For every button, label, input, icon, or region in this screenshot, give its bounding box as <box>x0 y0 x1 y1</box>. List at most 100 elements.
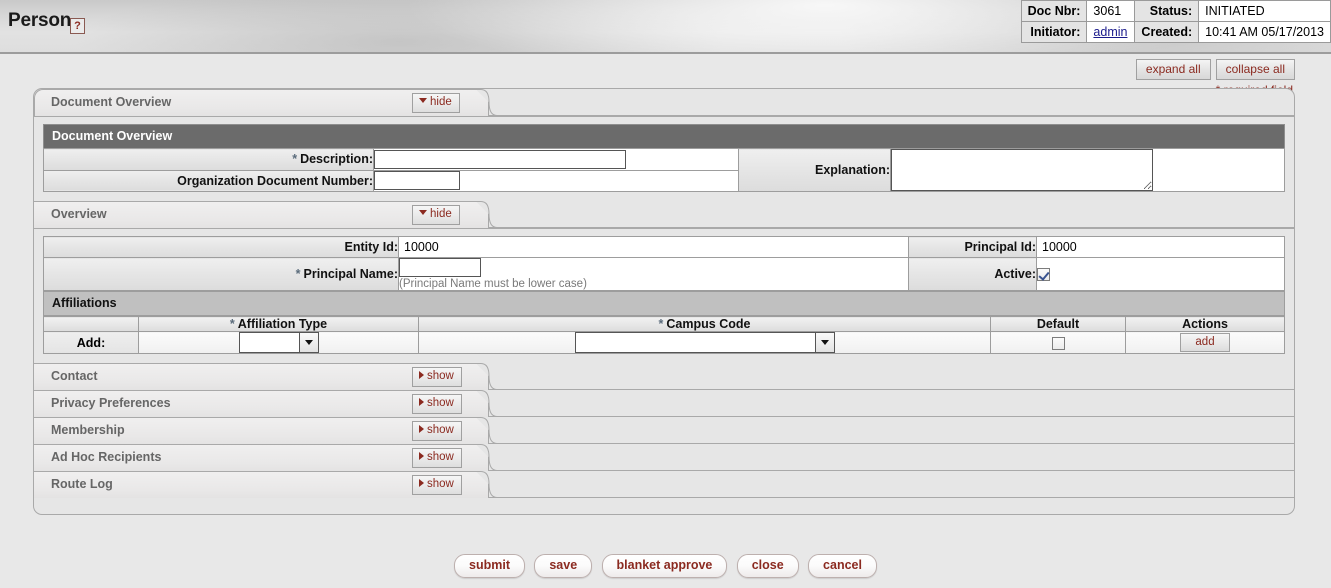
table-row: Entity Id: 10000 Principal Id: 10000 <box>43 236 1285 258</box>
section-title-route-log: Route Log <box>51 477 113 491</box>
overview-grid: Entity Id: 10000 Principal Id: 10000 * Pr… <box>43 236 1285 291</box>
org-doc-nbr-input[interactable] <box>374 171 460 191</box>
description-input[interactable] <box>374 149 626 169</box>
chevron-right-icon <box>419 424 424 433</box>
section-title-privacy-preferences: Privacy Preferences <box>51 396 171 410</box>
cancel-button[interactable]: cancel <box>808 554 877 578</box>
principal-name-label-cell: * Principal Name: <box>43 257 399 291</box>
principal-id-label-cell: Principal Id: <box>908 236 1037 258</box>
principal-name-input[interactable] <box>399 258 481 277</box>
affiliations-col-campus-code: * Campus Code <box>418 316 991 332</box>
col-label: Campus Code <box>666 317 751 331</box>
toggle-label: hide <box>430 208 452 220</box>
affiliations-col-default: Default <box>990 316 1126 332</box>
org-doc-nbr-label: Organization Document Number: <box>177 173 373 188</box>
toggle-overview[interactable]: hide <box>412 205 460 225</box>
add-affiliation-button[interactable]: add <box>1180 333 1230 352</box>
table-row: Initiator: admin Created: 10:41 AM 05/17… <box>1020 21 1331 43</box>
section-header-privacy-preferences: Privacy Preferences show <box>34 390 1294 417</box>
section-title-membership: Membership <box>51 423 125 437</box>
campus-code-select[interactable] <box>574 332 835 353</box>
form-action-buttons: submit save blanket approve close cancel <box>0 554 1331 578</box>
active-label: Active: <box>994 267 1036 281</box>
chevron-right-icon <box>419 478 424 487</box>
tab-curve-privacy-preferences <box>476 390 502 417</box>
explanation-textarea[interactable] <box>891 149 1153 191</box>
document-toolbar: expand allcollapse all * required field <box>0 54 1331 97</box>
submit-button[interactable]: submit <box>454 554 526 578</box>
toggle-contact[interactable]: show <box>412 367 462 387</box>
principal-name-hint: (Principal Name must be lower case) <box>399 278 587 290</box>
table-row: * Description: Explanation: <box>43 148 1285 192</box>
section-header-overview: Overview hide <box>34 201 1294 228</box>
toggle-label: show <box>427 424 454 436</box>
toggle-label: show <box>427 478 454 490</box>
chevron-down-icon <box>814 333 834 352</box>
affiliations-col-actions: Actions <box>1125 316 1285 332</box>
chevron-right-icon <box>419 370 424 379</box>
app-header: Person ? Doc Nbr: 3061 Status: INITIATED… <box>0 0 1331 54</box>
document-panel: Document Overview hide Document Overview… <box>33 88 1295 515</box>
help-icon[interactable]: ? <box>70 18 85 34</box>
expand-all-button[interactable]: expand all <box>1135 59 1211 80</box>
section-body-overview: Entity Id: 10000 Principal Id: 10000 * Pr… <box>34 228 1294 363</box>
affiliation-type-cell <box>138 331 419 354</box>
chevron-down-icon <box>298 333 318 352</box>
collapse-all-button[interactable]: collapse all <box>1215 59 1295 80</box>
active-checkbox[interactable] <box>1037 268 1050 282</box>
description-label-cell: * Description: <box>43 148 374 171</box>
subsection-header-affiliations: Affiliations <box>43 291 1285 316</box>
blanket-approve-button[interactable]: blanket approve <box>601 554 728 578</box>
explanation-value-cell <box>890 148 1285 192</box>
campus-code-cell <box>418 331 991 354</box>
actions-cell: add <box>1125 331 1285 354</box>
doc-nbr-label: Doc Nbr: <box>1020 0 1088 22</box>
affiliations-add-label: Add: <box>43 331 139 354</box>
description-label: Description: <box>300 152 373 167</box>
toggle-route-log[interactable]: show <box>412 475 462 495</box>
explanation-label: Explanation: <box>814 163 890 177</box>
document-overview-grid: * Description: Explanation: Organization … <box>43 148 1285 192</box>
created-value: 10:41 AM 05/17/2013 <box>1198 21 1331 43</box>
page-title: Person <box>8 10 72 31</box>
required-star: * <box>658 317 664 331</box>
required-star: * <box>292 152 298 167</box>
section-header-membership: Membership show <box>34 417 1294 444</box>
section-title-contact: Contact <box>51 369 98 383</box>
tab-rail <box>489 227 1294 228</box>
entity-id-label-cell: Entity Id: <box>43 236 399 258</box>
affiliations-col-affiliation-type: * Affiliation Type <box>138 316 419 332</box>
status-value: INITIATED <box>1198 0 1331 22</box>
panel-bottom-spacer <box>34 498 1294 514</box>
save-button[interactable]: save <box>534 554 593 578</box>
collapsed-sections: Contact show Privacy Preferences show Me <box>34 363 1294 514</box>
toggle-ad-hoc-recipients[interactable]: show <box>412 448 462 468</box>
affiliations-grid: * Affiliation Type * Campus Code Default A… <box>43 316 1285 354</box>
principal-name-value-cell: (Principal Name must be lower case) <box>398 257 909 291</box>
toggle-document-overview[interactable]: hide <box>412 93 460 113</box>
default-cell <box>990 331 1126 354</box>
section-title-document-overview: Document Overview <box>51 95 172 109</box>
affiliation-type-select[interactable] <box>238 332 319 353</box>
toggle-label: hide <box>430 96 452 108</box>
table-row: Add: add <box>43 331 1285 354</box>
section-title-ad-hoc-recipients: Ad Hoc Recipients <box>51 450 162 464</box>
section-header-document-overview: Document Overview hide <box>34 89 1294 116</box>
created-label: Created: <box>1134 21 1200 43</box>
close-button[interactable]: close <box>736 554 799 578</box>
toggle-membership[interactable]: show <box>412 421 462 441</box>
section-body-document-overview: Document Overview * Description: Explanat… <box>34 116 1294 201</box>
chevron-down-icon <box>419 210 427 216</box>
tab-curve-overview <box>476 201 502 228</box>
toggle-label: show <box>427 451 454 463</box>
section-title-overview: Overview <box>51 207 107 221</box>
initiator-link[interactable]: admin <box>1093 25 1127 39</box>
active-value-cell <box>1036 257 1285 291</box>
tab-curve-route-log <box>476 471 502 498</box>
table-row: * Principal Name: (Principal Name must be… <box>43 257 1285 291</box>
toggle-privacy-preferences[interactable]: show <box>412 394 462 414</box>
description-value-cell <box>373 148 739 171</box>
default-checkbox[interactable] <box>1051 336 1065 350</box>
entity-id-value: 10000 <box>398 236 909 258</box>
initiator-value[interactable]: admin <box>1086 21 1136 43</box>
